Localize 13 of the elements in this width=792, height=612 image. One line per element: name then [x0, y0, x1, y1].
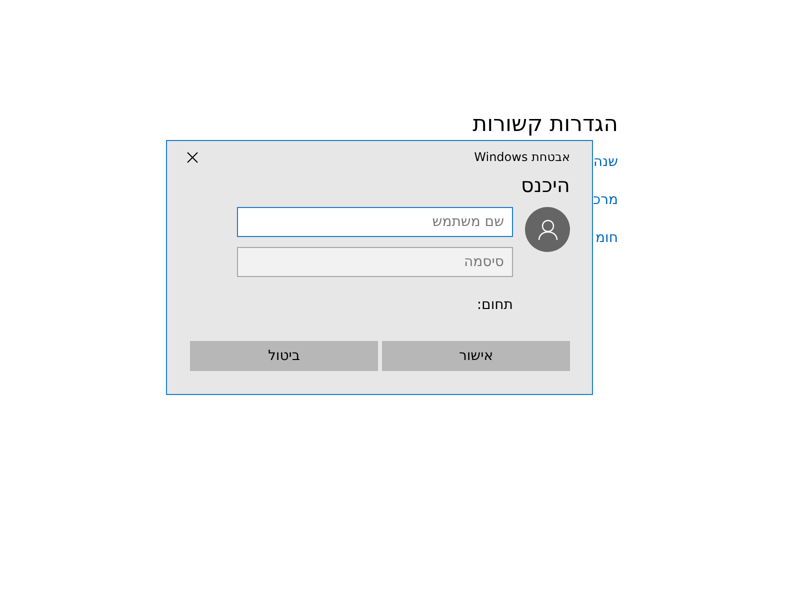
user-icon: [525, 207, 570, 252]
dialog-heading: היכנס: [520, 173, 570, 197]
close-icon[interactable]: [187, 152, 198, 162]
username-field[interactable]: שם משתמש: [237, 207, 513, 237]
section-heading: הגדרות קשורות: [472, 112, 618, 137]
cancel-button[interactable]: ביטול: [190, 341, 378, 371]
settings-link[interactable]: חומ: [593, 229, 618, 247]
ok-button[interactable]: אישור: [382, 341, 570, 371]
settings-link[interactable]: שנה: [593, 153, 618, 171]
password-field[interactable]: סיסמה: [237, 247, 513, 277]
dialog-title: אבטחת Windows: [474, 150, 570, 164]
domain-label: תחום:: [476, 297, 513, 313]
settings-link[interactable]: מרכ: [593, 191, 618, 209]
